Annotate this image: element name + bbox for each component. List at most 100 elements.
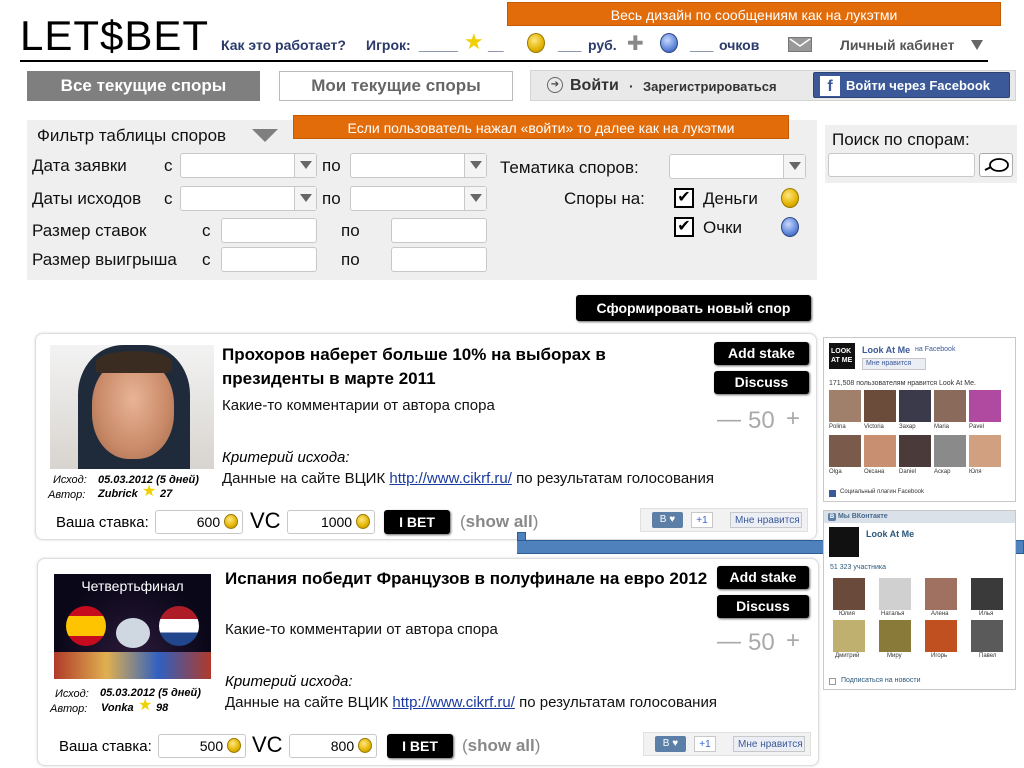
- add-stake-button[interactable]: Add stake: [717, 566, 809, 589]
- opponent-bet-input[interactable]: 800: [289, 734, 377, 758]
- your-bet-input[interactable]: 500: [158, 734, 246, 758]
- date-request-from-select[interactable]: [180, 153, 317, 178]
- member-avatar[interactable]: [971, 620, 1003, 652]
- chevron-down-icon: [294, 154, 316, 177]
- member-avatar[interactable]: [833, 578, 865, 610]
- fan-avatar[interactable]: [829, 390, 861, 422]
- member-avatar[interactable]: [833, 620, 865, 652]
- criteria-link[interactable]: http://www.cikrf.ru/: [389, 470, 512, 487]
- create-dispute-button[interactable]: Сформировать новый спор: [576, 295, 811, 321]
- member-avatar[interactable]: [879, 620, 911, 652]
- vk-group-logo[interactable]: [829, 527, 859, 557]
- fan-avatar[interactable]: [899, 390, 931, 422]
- topic-select[interactable]: [669, 154, 806, 179]
- fan-avatar[interactable]: [864, 390, 896, 422]
- dispute-photo: Четвертьфинал: [54, 574, 211, 679]
- opponent-bet-value: 800: [330, 738, 355, 754]
- discuss-button[interactable]: Discuss: [717, 595, 809, 618]
- member-avatar[interactable]: [971, 578, 1003, 610]
- member-avatar[interactable]: [925, 578, 957, 610]
- fan-avatar[interactable]: [934, 390, 966, 422]
- opponent-bet-input[interactable]: 1000: [287, 510, 375, 534]
- win-size-to-input[interactable]: [391, 247, 487, 272]
- fan-avatar[interactable]: [829, 435, 861, 467]
- vk-group-name[interactable]: Look At Me: [866, 529, 914, 539]
- messages-envelope-icon[interactable]: [788, 37, 812, 52]
- fan-name: Pavel: [969, 424, 985, 430]
- add-stake-button[interactable]: Add stake: [714, 342, 809, 365]
- search-input[interactable]: [828, 153, 975, 177]
- personal-cabinet-link[interactable]: Личный кабинет: [840, 37, 954, 53]
- rub-label: руб.: [588, 37, 617, 53]
- win-size-from-input[interactable]: [221, 247, 317, 272]
- stake-increase-button[interactable]: +: [786, 627, 800, 655]
- i-bet-button[interactable]: I BET: [387, 734, 453, 758]
- vk-subscribe-checkbox[interactable]: [829, 678, 836, 685]
- fb-like-button[interactable]: Мне нравится: [730, 512, 802, 528]
- author-rating: 27: [160, 488, 173, 500]
- member-avatar[interactable]: [925, 620, 957, 652]
- search-button[interactable]: [979, 153, 1013, 177]
- vk-like-button[interactable]: B ♥: [655, 736, 686, 752]
- your-bet-input[interactable]: 600: [155, 510, 243, 534]
- tab-all-disputes[interactable]: Все текущие споры: [27, 71, 260, 101]
- author-name-link[interactable]: Vonka: [101, 702, 134, 714]
- photo-caption: Четвертьфинал: [81, 578, 184, 594]
- fan-avatar[interactable]: [899, 435, 931, 467]
- date-request-to-select[interactable]: [350, 153, 487, 178]
- stake-increase-button[interactable]: +: [786, 405, 800, 433]
- fan-name: Polina: [829, 424, 846, 430]
- money-checkbox[interactable]: ✔: [674, 188, 694, 208]
- show-all-wrapper: (show all): [462, 736, 540, 756]
- filter-collapse-icon[interactable]: [252, 129, 278, 142]
- fb-page-name[interactable]: Look At Me: [862, 345, 910, 355]
- login-annotation-note: Если пользователь нажал «войти» то далее…: [293, 115, 789, 139]
- member-avatar[interactable]: [879, 578, 911, 610]
- facebook-icon: [829, 490, 836, 497]
- fan-avatar[interactable]: [969, 390, 1001, 422]
- i-bet-button[interactable]: I BET: [384, 510, 450, 534]
- fb-like-button[interactable]: Мне нравится: [733, 736, 805, 752]
- criteria-link[interactable]: http://www.cikrf.ru/: [392, 694, 515, 711]
- vk-like-button[interactable]: B ♥: [652, 512, 683, 528]
- dispute-title[interactable]: Прохоров наберет больше 10% на выборах в…: [222, 343, 706, 391]
- login-link[interactable]: Войти: [570, 77, 619, 95]
- date-outcome-from-select[interactable]: [180, 186, 317, 211]
- lookatme-logo[interactable]: LOOK AT ME: [829, 343, 855, 369]
- bet-size-from-input[interactable]: [221, 218, 317, 243]
- show-all-link[interactable]: show all: [466, 512, 533, 531]
- tab-my-disputes[interactable]: Мои текущие споры: [279, 71, 513, 101]
- fb-on-facebook: на Facebook: [915, 346, 956, 353]
- points-checkbox[interactable]: ✔: [674, 217, 694, 237]
- player-name-value: _____: [419, 37, 458, 53]
- author-name-link[interactable]: Zubrick: [98, 488, 138, 500]
- fan-avatar[interactable]: [864, 435, 896, 467]
- fb-widget-like-button[interactable]: Мне нравится: [862, 358, 926, 370]
- bet-size-to-input[interactable]: [391, 218, 487, 243]
- fan-avatar[interactable]: [934, 435, 966, 467]
- discuss-button[interactable]: Discuss: [714, 371, 809, 394]
- win-size-label: Размер выигрыша: [32, 250, 177, 269]
- show-all-link[interactable]: show all: [468, 736, 535, 755]
- bet-size-label: Размер ставок: [32, 221, 147, 240]
- plus-one-button[interactable]: +1: [694, 736, 716, 752]
- dispute-title[interactable]: Испания победит Французов в полуфинале н…: [225, 567, 709, 591]
- register-link[interactable]: Зарегистрироваться: [643, 79, 777, 94]
- facebook-login-button[interactable]: f Войти через Facebook: [813, 72, 1010, 98]
- how-it-works-link[interactable]: Как это работает?: [221, 37, 346, 53]
- fan-avatar[interactable]: [969, 435, 1001, 467]
- stake-decrease-button[interactable]: —: [717, 406, 741, 434]
- vk-members-grid: Юлия Наталья Алена Илья Дмитрий Миру Иго…: [829, 574, 1009, 666]
- site-logo[interactable]: LET$BET: [20, 12, 209, 60]
- plus-one-button[interactable]: +1: [691, 512, 713, 528]
- points-ball-icon: [660, 33, 678, 53]
- add-funds-plus-icon[interactable]: ✚: [627, 34, 644, 54]
- criteria-suffix: по результатам голосования: [519, 694, 717, 711]
- date-outcome-to-select[interactable]: [350, 186, 487, 211]
- stake-decrease-button[interactable]: —: [717, 628, 741, 656]
- fan-name: Maria: [934, 424, 950, 430]
- rating-star-icon: ★: [142, 483, 157, 500]
- vs-label: VC: [252, 732, 283, 757]
- disputes-on-label: Споры на:: [564, 189, 645, 208]
- cabinet-chevron-down-icon[interactable]: [971, 40, 983, 50]
